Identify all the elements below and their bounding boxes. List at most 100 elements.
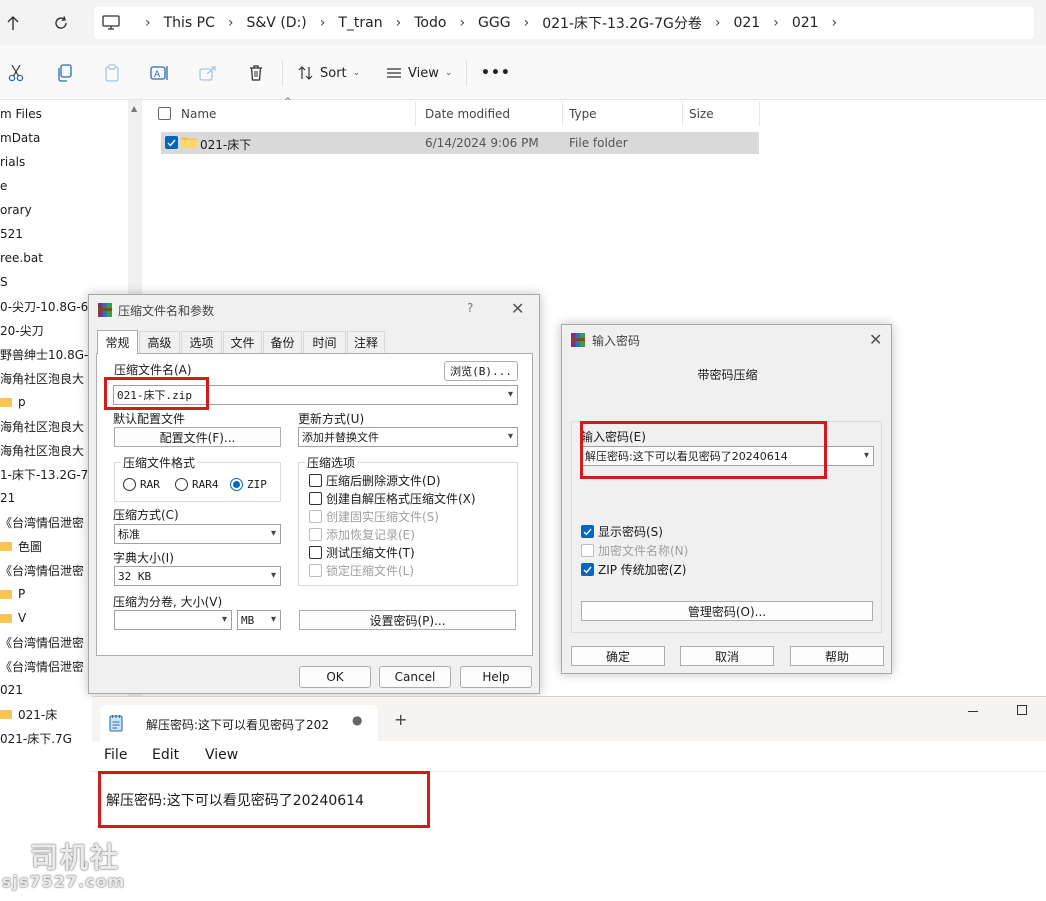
option-checkbox[interactable]: ZIP 传统加密(Z): [581, 561, 686, 578]
maximize-icon[interactable]: [1017, 705, 1027, 715]
nav-item[interactable]: m Files: [0, 104, 42, 124]
close-icon[interactable]: ✕: [869, 330, 882, 349]
unsaved-dot-icon[interactable]: ●: [352, 713, 362, 727]
nav-item[interactable]: 《台湾情侣泄密: [0, 560, 84, 580]
tab-item[interactable]: 常规: [97, 330, 138, 354]
view-button[interactable]: View ⌄: [386, 62, 452, 84]
notepad-tab[interactable]: 解压密码:这下可以看见密码了202 ●: [100, 705, 378, 741]
chevron-right-icon[interactable]: ›: [320, 15, 326, 31]
chevron-right-icon[interactable]: ›: [715, 15, 721, 31]
help-icon[interactable]: ?: [467, 301, 473, 315]
add-tab-button[interactable]: +: [394, 710, 407, 729]
nav-item[interactable]: e: [0, 176, 7, 196]
chevron-right-icon[interactable]: ›: [396, 15, 402, 31]
browse-button[interactable]: 浏览(B)...: [444, 361, 518, 381]
tab-item[interactable]: 备份: [263, 331, 302, 353]
split-size-combo[interactable]: ▾: [114, 610, 232, 630]
column-divider[interactable]: [562, 102, 563, 126]
help-button[interactable]: 帮助: [790, 646, 884, 666]
up-arrow-icon[interactable]: [2, 12, 24, 34]
breadcrumb-item[interactable]: 021-床下-13.2G-7G分卷: [542, 13, 702, 33]
breadcrumb-item[interactable]: GGG: [478, 15, 511, 31]
ok-button[interactable]: 确定: [571, 646, 665, 666]
nav-item[interactable]: 021-床: [0, 704, 57, 724]
nav-item[interactable]: 021: [0, 680, 23, 700]
split-unit-combo[interactable]: MB ▾: [237, 610, 281, 630]
breadcrumb-item[interactable]: S&V (D:): [247, 15, 307, 31]
tab-item[interactable]: 文件: [223, 331, 262, 353]
set-password-button[interactable]: 设置密码(P)...: [299, 610, 516, 630]
nav-item[interactable]: p: [0, 392, 26, 412]
table-row[interactable]: 021-床下 6/14/2024 9:06 PM File folder: [161, 132, 759, 154]
column-type[interactable]: Type: [569, 107, 597, 121]
dictionary-combo[interactable]: 32 KB ▾: [114, 566, 281, 586]
nav-item[interactable]: 《台湾情侣泄密: [0, 632, 84, 652]
cancel-button[interactable]: Cancel: [379, 666, 451, 688]
chevron-right-icon[interactable]: ›: [524, 15, 530, 31]
more-options-button[interactable]: •••: [481, 62, 511, 84]
nav-item[interactable]: orary: [0, 200, 32, 220]
nav-item[interactable]: 海角社区泡良大: [0, 368, 84, 388]
format-radio[interactable]: RAR: [123, 478, 160, 491]
option-checkbox[interactable]: 创建自解压格式压缩文件(X): [309, 490, 476, 507]
nav-item[interactable]: 0-尖刀-10.8G-6g: [0, 296, 96, 316]
share-icon[interactable]: [196, 62, 220, 84]
refresh-icon[interactable]: [50, 12, 72, 34]
column-divider[interactable]: [759, 102, 760, 126]
profiles-button[interactable]: 配置文件(F)...: [114, 427, 281, 447]
method-combo[interactable]: 标准 ▾: [114, 524, 281, 544]
nav-item[interactable]: 521: [0, 224, 23, 244]
scroll-up-icon[interactable]: ▲: [131, 104, 137, 113]
nav-item[interactable]: 《台湾情侣泄密: [0, 512, 84, 532]
nav-item[interactable]: 色圖: [0, 536, 42, 556]
chevron-right-icon[interactable]: ›: [459, 15, 465, 31]
ok-button[interactable]: OK: [299, 666, 371, 688]
tab-item[interactable]: 注释: [347, 331, 385, 353]
manage-passwords-button[interactable]: 管理密码(O)...: [581, 601, 873, 621]
nav-item[interactable]: mData: [0, 128, 40, 148]
nav-item[interactable]: V: [0, 608, 26, 628]
paste-icon[interactable]: [100, 62, 124, 84]
chevron-right-icon[interactable]: ›: [228, 15, 234, 31]
nav-item[interactable]: rials: [0, 152, 25, 172]
close-icon[interactable]: ✕: [511, 299, 524, 318]
breadcrumb-item[interactable]: T_tran: [338, 15, 382, 31]
sort-button[interactable]: Sort ⌄: [298, 62, 360, 84]
option-checkbox[interactable]: 压缩后删除源文件(D): [309, 472, 441, 489]
column-name[interactable]: Name: [181, 107, 216, 121]
tab-item[interactable]: 时间: [303, 331, 346, 353]
nav-item[interactable]: P: [0, 584, 25, 604]
tab-item[interactable]: 选项: [181, 331, 222, 353]
option-checkbox[interactable]: 测试压缩文件(T): [309, 544, 415, 561]
file-name[interactable]: 021-床下: [200, 136, 251, 153]
nav-item[interactable]: 1-床下-13.2G-7G: [0, 464, 98, 484]
tab-item[interactable]: 高级: [139, 331, 180, 353]
column-divider[interactable]: [682, 102, 683, 126]
update-mode-combo[interactable]: 添加并替换文件 ▾: [298, 427, 518, 447]
cut-icon[interactable]: [4, 62, 28, 84]
breadcrumb-item[interactable]: 021: [792, 15, 819, 31]
help-button[interactable]: Help: [460, 666, 532, 688]
copy-icon[interactable]: [52, 62, 76, 84]
option-checkbox[interactable]: 显示密码(S): [581, 523, 663, 540]
column-size[interactable]: Size: [689, 107, 714, 121]
nav-item[interactable]: 21: [0, 488, 15, 508]
minimize-icon[interactable]: [968, 711, 978, 712]
nav-item[interactable]: S: [0, 272, 8, 292]
chevron-right-icon[interactable]: ›: [832, 15, 838, 31]
format-radio[interactable]: ZIP: [230, 478, 267, 491]
menu-edit[interactable]: Edit: [152, 747, 179, 763]
nav-item[interactable]: ree.bat: [0, 248, 43, 268]
column-divider[interactable]: [415, 102, 416, 126]
delete-icon[interactable]: [244, 62, 268, 84]
format-radio[interactable]: RAR4: [175, 478, 219, 491]
nav-item[interactable]: 《台湾情侣泄密: [0, 656, 84, 676]
menu-view[interactable]: View: [205, 747, 238, 763]
breadcrumb-item[interactable]: 021: [733, 15, 760, 31]
computer-icon[interactable]: [102, 15, 120, 31]
nav-item[interactable]: 20-尖刀: [0, 320, 44, 340]
breadcrumb-item[interactable]: Todo: [414, 15, 446, 31]
cancel-button[interactable]: 取消: [680, 646, 774, 666]
column-date-modified[interactable]: Date modified: [425, 107, 510, 121]
nav-item[interactable]: 海角社区泡良大: [0, 440, 84, 460]
